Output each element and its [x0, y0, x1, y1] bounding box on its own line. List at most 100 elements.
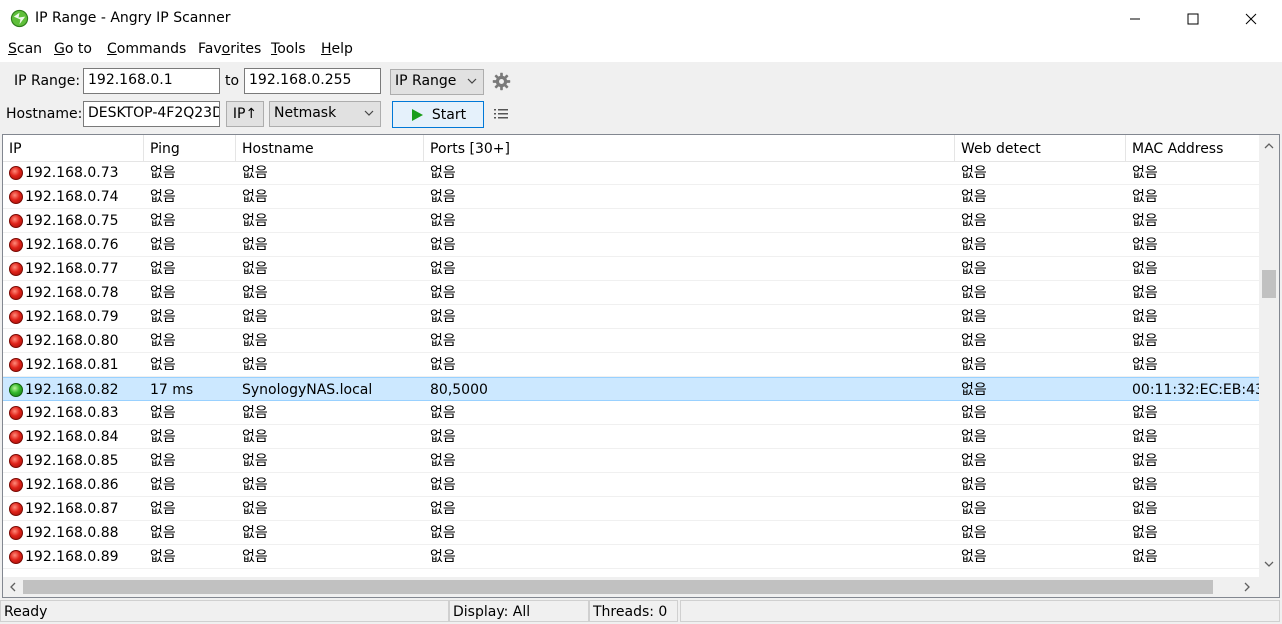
cell-ports: 없음: [430, 477, 456, 493]
ip-range-start-input[interactable]: 192.168.0.1: [83, 68, 220, 94]
horizontal-scroll-thumb[interactable]: [23, 580, 1213, 594]
cell-hostname: SynologyNAS.local: [242, 382, 373, 398]
column-header-mac-address[interactable]: MAC Address: [1126, 135, 1266, 161]
cell-web-detect: 없음: [961, 549, 987, 565]
cell-web-detect: 없음: [961, 237, 987, 253]
cell-web-detect: 없음: [961, 261, 987, 277]
cell-mac-address: 없음: [1132, 501, 1158, 517]
menu-help[interactable]: Help: [321, 41, 353, 57]
table-row[interactable]: 192.168.0.89 없음 없음 없음 없음 없음: [3, 545, 1259, 569]
status-bar: Ready Display: All Threads: 0: [0, 598, 1282, 624]
feeder-select[interactable]: IP Range: [390, 69, 484, 95]
cell-web-detect: 없음: [961, 525, 987, 541]
menu-commands-mnemonic: C: [107, 41, 117, 57]
host-dead-icon: [9, 430, 23, 444]
cell-ip: 192.168.0.88: [25, 525, 119, 541]
cell-ports: 없음: [430, 525, 456, 541]
scroll-left-icon[interactable]: [8, 582, 18, 592]
cell-ping: 없음: [150, 549, 176, 565]
table-row[interactable]: 192.168.0.87 없음 없음 없음 없음 없음: [3, 497, 1259, 521]
cell-ip: 192.168.0.82: [25, 382, 119, 398]
window-title: IP Range - Angry IP Scanner: [35, 10, 231, 26]
scroll-right-icon[interactable]: [1242, 582, 1252, 592]
table-row[interactable]: 192.168.0.73 없음 없음 없음 없음 없음: [3, 161, 1259, 185]
table-row[interactable]: 192.168.0.79 없음 없음 없음 없음 없음: [3, 305, 1259, 329]
menu-scan[interactable]: Scan: [8, 41, 42, 57]
display-filter-status[interactable]: Display: All: [449, 600, 589, 622]
menu-commands[interactable]: Commands: [107, 41, 186, 57]
ip-up-button[interactable]: IP↑: [226, 101, 264, 127]
column-header-web-detect[interactable]: Web detect: [955, 135, 1126, 161]
horizontal-scrollbar[interactable]: [3, 577, 1279, 597]
table-row[interactable]: 192.168.0.76 없음 없음 없음 없음 없음: [3, 233, 1259, 257]
menu-go-to[interactable]: Go to: [54, 41, 92, 57]
column-header-hostname[interactable]: Hostname: [236, 135, 424, 161]
gear-icon[interactable]: [492, 72, 511, 91]
table-row[interactable]: 192.168.0.82 17 ms SynologyNAS.local 80,500…: [3, 377, 1264, 401]
cell-ping: 없음: [150, 261, 176, 277]
cell-web-detect: 없음: [961, 477, 987, 493]
cell-hostname: 없음: [242, 285, 268, 301]
table-header: IP Ping Hostname Ports [30+] Web detect …: [3, 135, 1259, 162]
table-row[interactable]: 192.168.0.88 없음 없음 없음 없음 없음: [3, 521, 1259, 545]
host-dead-icon: [9, 526, 23, 540]
host-dead-icon: [9, 286, 23, 300]
table-row[interactable]: 192.168.0.86 없음 없음 없음 없음 없음: [3, 473, 1259, 497]
menu-go-to-label: o to: [64, 41, 92, 57]
chevron-down-icon: [364, 110, 374, 116]
cell-ports: 없음: [430, 189, 456, 205]
close-button[interactable]: [1222, 0, 1280, 38]
table-row[interactable]: 192.168.0.80 없음 없음 없음 없음 없음: [3, 329, 1259, 353]
table-row[interactable]: 192.168.0.75 없음 없음 없음 없음 없음: [3, 209, 1259, 233]
scroll-up-icon[interactable]: [1264, 141, 1274, 151]
list-columns-icon[interactable]: [494, 108, 508, 121]
progress-bar: [680, 600, 1280, 622]
table-row[interactable]: 192.168.0.81 없음 없음 없음 없음 없음: [3, 353, 1259, 377]
table-row[interactable]: 192.168.0.84 없음 없음 없음 없음 없음: [3, 425, 1259, 449]
maximize-button[interactable]: [1164, 0, 1222, 38]
cell-ports: 없음: [430, 237, 456, 253]
cell-mac-address: 없음: [1132, 405, 1158, 421]
cell-ping: 없음: [150, 525, 176, 541]
cell-hostname: 없음: [242, 453, 268, 469]
column-header-ports[interactable]: Ports [30+]: [424, 135, 955, 161]
menu-commands-label: ommands: [116, 41, 187, 57]
vertical-scroll-thumb[interactable]: [1262, 270, 1276, 298]
table-row[interactable]: 192.168.0.85 없음 없음 없음 없음 없음: [3, 449, 1259, 473]
cell-mac-address: 없음: [1132, 213, 1158, 229]
scroll-down-icon[interactable]: [1264, 559, 1274, 569]
minimize-button[interactable]: [1106, 0, 1164, 38]
menu-help-label: elp: [331, 41, 353, 57]
column-header-ping[interactable]: Ping: [144, 135, 236, 161]
cell-mac-address: 없음: [1132, 165, 1158, 181]
table-row[interactable]: 192.168.0.77 없음 없음 없음 없음 없음: [3, 257, 1259, 281]
menu-favorites[interactable]: Favorites: [198, 41, 261, 57]
cell-mac-address: 없음: [1132, 333, 1158, 349]
cell-ip: 192.168.0.87: [25, 501, 119, 517]
hostname-input[interactable]: DESKTOP-4F2Q23D: [83, 101, 220, 127]
start-button[interactable]: Start: [392, 101, 484, 128]
cell-hostname: 없음: [242, 165, 268, 181]
cell-hostname: 없음: [242, 429, 268, 445]
table-row[interactable]: 192.168.0.74 없음 없음 없음 없음 없음: [3, 185, 1259, 209]
cell-web-detect: 없음: [961, 333, 987, 349]
cell-ports: 없음: [430, 357, 456, 373]
netmask-select-value: Netmask: [274, 105, 337, 121]
ip-range-end-input[interactable]: 192.168.0.255: [244, 68, 381, 94]
netmask-select[interactable]: Netmask: [269, 101, 381, 127]
vertical-scrollbar[interactable]: [1259, 135, 1279, 577]
column-header-ip[interactable]: IP: [3, 135, 144, 161]
table-row[interactable]: 192.168.0.78 없음 없음 없음 없음 없음: [3, 281, 1259, 305]
cell-hostname: 없음: [242, 405, 268, 421]
cell-ping: 없음: [150, 453, 176, 469]
cell-ports: 없음: [430, 165, 456, 181]
cell-ports: 없음: [430, 405, 456, 421]
results-table[interactable]: IP Ping Hostname Ports [30+] Web detect …: [2, 134, 1280, 598]
maximize-icon: [1187, 13, 1199, 25]
table-row[interactable]: 192.168.0.83 없음 없음 없음 없음 없음: [3, 401, 1259, 425]
cell-hostname: 없음: [242, 237, 268, 253]
cell-ping: 없음: [150, 165, 176, 181]
cell-hostname: 없음: [242, 525, 268, 541]
menu-tools[interactable]: Tools: [271, 41, 306, 57]
cell-hostname: 없음: [242, 501, 268, 517]
